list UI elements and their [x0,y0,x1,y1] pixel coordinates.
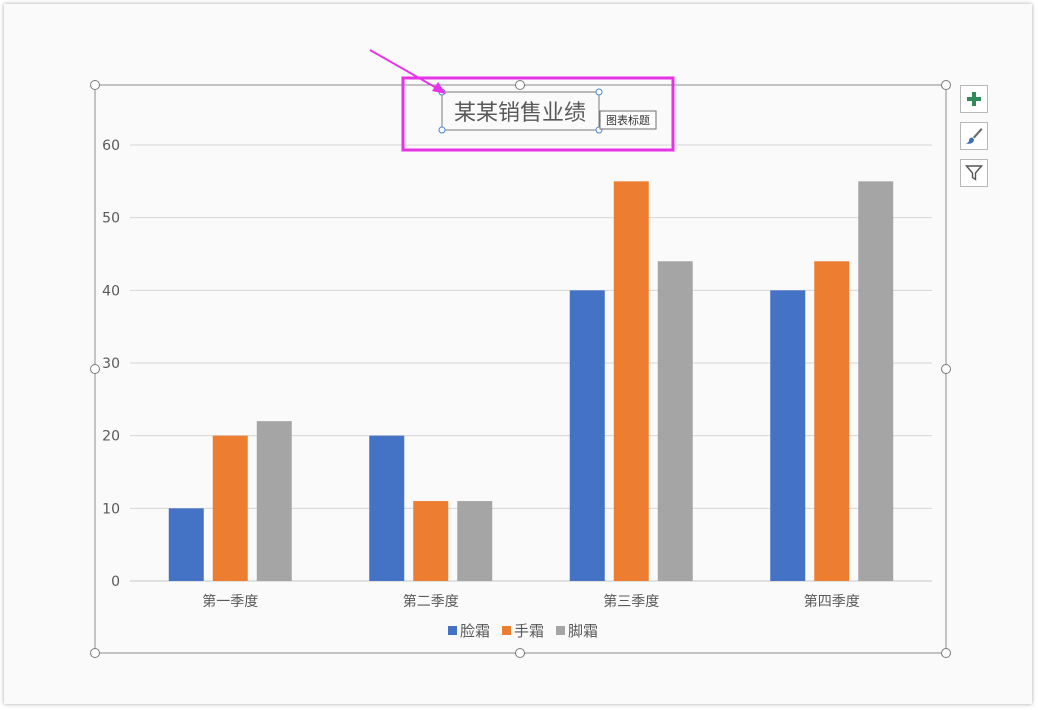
tooltip: 图表标题 [599,110,657,130]
legend-swatch [448,626,457,635]
bar[interactable] [814,261,850,581]
bar[interactable] [413,501,449,581]
y-tick-label: 50 [102,211,120,227]
x-tick-label: 第一季度 [202,593,258,610]
y-tick-label: 30 [102,356,120,372]
bar[interactable] [657,261,693,581]
resize-handle[interactable] [941,648,951,658]
bar[interactable] [569,290,605,581]
x-tick-label: 第四季度 [804,593,860,610]
bar[interactable] [369,435,405,581]
tooltip-text: 图表标题 [606,113,650,127]
resize-handle[interactable] [90,364,100,374]
bar[interactable] [770,290,806,581]
legend-label: 脸霜 [460,622,490,640]
y-tick-label: 20 [102,429,120,445]
resize-handle[interactable] [941,80,951,90]
y-tick-label: 10 [102,501,120,517]
chart-filters-button[interactable] [960,159,988,187]
x-tick-label: 第三季度 [603,593,659,610]
y-tick-label: 0 [111,574,120,590]
plus-icon [967,92,981,106]
legend[interactable]: 脸霜 手霜 脚霜 [448,622,598,640]
title-handle[interactable] [595,88,603,96]
chart-styles-button[interactable] [960,122,988,150]
gridlines [130,144,932,582]
resize-handle[interactable] [515,80,525,90]
y-axis-ticks: 0 10 20 30 40 50 60 [102,138,120,590]
legend-label: 脚霜 [568,622,598,640]
chart-elements-button[interactable] [960,85,988,113]
chart[interactable]: 0 10 20 30 40 50 60 第一季度 第二季度 第三季度 第四季度 脸霜 手霜 脚霜 某某… [0,0,1038,710]
bar[interactable] [212,435,248,581]
chart-title-group[interactable]: 某某销售业绩 [438,88,603,134]
brush-icon [966,128,983,144]
bar[interactable] [613,181,649,582]
bars[interactable] [168,181,894,582]
resize-handle[interactable] [515,648,525,658]
highlight-arrow-line [369,49,441,91]
legend-swatch [556,626,565,635]
chart-title[interactable]: 某某销售业绩 [454,101,586,126]
x-tick-label: 第二季度 [403,593,459,610]
resize-handle[interactable] [941,364,951,374]
bar[interactable] [256,421,292,581]
highlight-arrowhead [432,82,446,94]
x-axis-ticks: 第一季度 第二季度 第三季度 第四季度 [202,593,860,610]
y-tick-label: 60 [102,138,120,154]
bar[interactable] [457,501,493,581]
legend-label: 手霜 [514,622,544,640]
y-tick-label: 40 [102,283,120,299]
legend-swatch [502,626,511,635]
resize-handle[interactable] [90,80,100,90]
filter-icon [965,165,983,181]
resize-handle[interactable] [90,648,100,658]
title-handle[interactable] [438,126,446,134]
highlight-annotation [369,49,675,152]
bar[interactable] [168,508,204,581]
bar[interactable] [858,181,894,582]
